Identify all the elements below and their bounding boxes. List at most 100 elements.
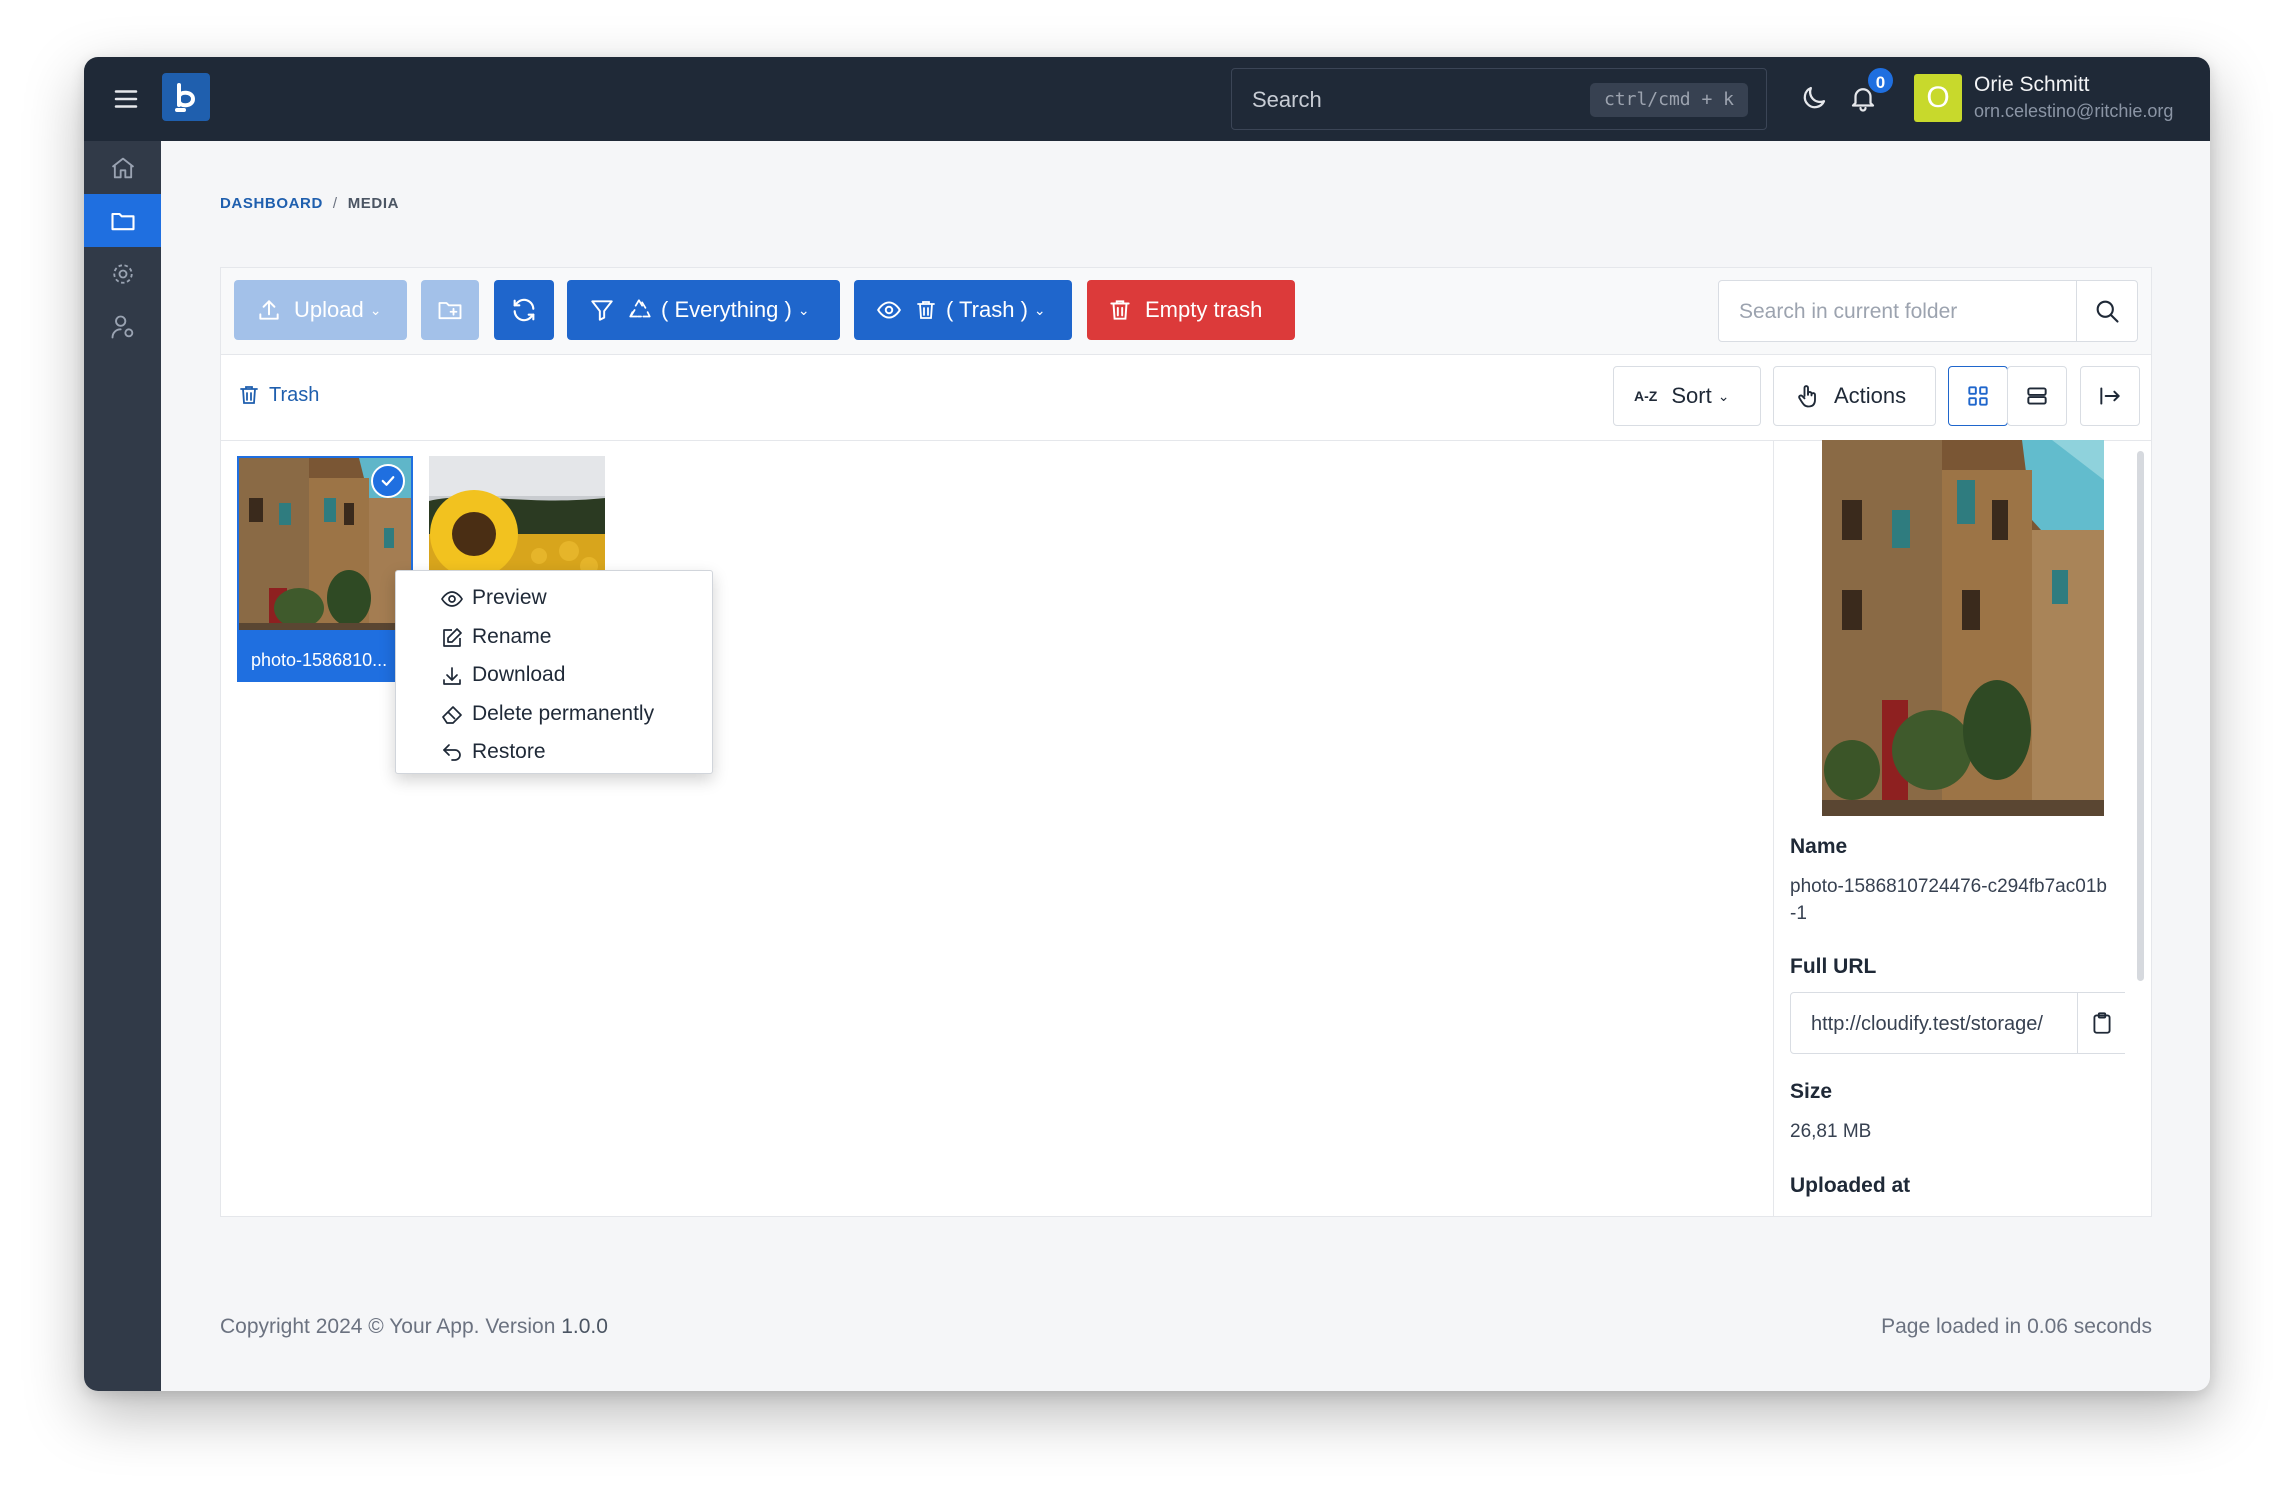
copy-url-button[interactable] <box>2077 993 2126 1053</box>
breadcrumb-separator: / <box>332 195 338 212</box>
file-item-selected[interactable]: photo-1586810... <box>237 456 413 682</box>
user-name[interactable]: Orie Schmitt <box>1974 73 2090 97</box>
search-icon <box>2093 297 2121 325</box>
empty-trash-label: Empty trash <box>1145 297 1263 322</box>
refresh-icon <box>510 296 538 324</box>
global-search[interactable]: ctrl/cmd + k <box>1231 68 1767 130</box>
search-shortcut-hint: ctrl/cmd + k <box>1589 83 1748 117</box>
app-window: ctrl/cmd + k 0 O Orie Schmitt orn.celest… <box>84 57 2210 1391</box>
user-email: orn.celestino@ritchie.org <box>1974 101 2174 121</box>
trash-folder-crumb[interactable]: Trash <box>237 383 319 407</box>
selected-check-icon[interactable] <box>371 464 405 498</box>
undo-icon <box>440 741 464 765</box>
context-menu-rename[interactable]: Rename <box>396 618 712 657</box>
eraser-icon <box>440 703 464 727</box>
home-icon <box>109 154 137 182</box>
notification-count-badge: 0 <box>1866 66 1895 95</box>
details-scrollbar[interactable] <box>2137 451 2144 981</box>
context-menu-preview-label: Preview <box>472 586 547 610</box>
user-avatar[interactable]: O <box>1914 74 1962 122</box>
list-view-button[interactable] <box>2007 366 2067 426</box>
folder-search-input[interactable] <box>1737 295 2071 329</box>
dark-mode-toggle-moon-icon[interactable] <box>1797 81 1831 115</box>
grid-view-icon <box>1965 383 1991 409</box>
context-menu-download[interactable]: Download <box>396 656 712 695</box>
folder-search-button[interactable] <box>2076 281 2137 341</box>
refresh-button[interactable] <box>494 280 554 340</box>
download-icon <box>440 664 464 688</box>
new-folder-button[interactable] <box>421 280 479 340</box>
folder-icon <box>109 207 137 235</box>
toggle-details-button[interactable] <box>2080 366 2140 426</box>
media-subbar: Trash A-Z Sort ⌄ Actions <box>221 354 2151 441</box>
footer-copyright-text: Copyright 2024 © Your App. Version <box>220 1315 562 1338</box>
footer-load-time: Page loaded in 0.06 seconds <box>1881 1315 2152 1338</box>
sidebar-item-users[interactable] <box>84 300 161 353</box>
context-menu-delete-label: Delete permanently <box>472 701 655 725</box>
list-view-icon <box>2024 383 2050 409</box>
user-settings-icon <box>109 313 137 341</box>
details-uploaded-label: Uploaded at <box>1790 1174 1911 1197</box>
pointer-hand-icon <box>1794 382 1822 410</box>
clipboard-icon <box>2089 1010 2115 1036</box>
file-context-menu: Preview Rename Download Delete permanent… <box>395 570 713 774</box>
file-grid: photo-1586810... Preview Rename Download… <box>221 440 1773 1216</box>
trash-crumb-label: Trash <box>269 383 320 406</box>
eye-icon <box>440 587 464 611</box>
sidebar <box>84 141 161 1391</box>
details-size-label: Size <box>1790 1080 1833 1103</box>
view-dropdown-button[interactable]: ( Trash ) ⌄ <box>854 280 1072 340</box>
trash-icon <box>914 298 938 322</box>
footer-copyright: Copyright 2024 © Your App. Version 1.0.0 <box>220 1315 608 1339</box>
actions-button[interactable]: Actions <box>1773 366 1936 426</box>
file-item[interactable] <box>429 456 605 576</box>
context-menu-restore-label: Restore <box>472 740 546 764</box>
context-menu-delete-permanently[interactable]: Delete permanently <box>396 695 712 734</box>
sort-button-label: Sort <box>1671 383 1712 408</box>
trash-icon <box>1107 297 1133 323</box>
file-name-label: photo-1586810... <box>251 650 388 670</box>
context-menu-preview[interactable]: Preview <box>396 579 712 618</box>
sidebar-item-home[interactable] <box>84 141 161 194</box>
media-toolbar: Upload ⌄ ( Everything ) ⌄ (Trash) ⌄ Em… <box>221 268 2151 355</box>
filter-button-label: ( Everything ) <box>661 297 792 322</box>
details-name-value: photo-1586810724476-c294fb7ac01b-1 <box>1790 876 2107 924</box>
breadcrumb: DASHBOARD / MEDIA <box>220 195 399 212</box>
actions-button-label: Actions <box>1834 383 1907 408</box>
global-search-input[interactable] <box>1250 83 1584 117</box>
breadcrumb-dashboard-link[interactable]: DASHBOARD <box>220 195 323 212</box>
context-menu-restore[interactable]: Restore <box>396 733 712 772</box>
sidebar-item-media[interactable] <box>84 194 161 247</box>
arrow-right-to-bar-icon <box>2097 383 2123 409</box>
top-navbar: ctrl/cmd + k 0 O Orie Schmitt orn.celest… <box>84 57 2210 141</box>
file-preview-image <box>1822 440 2104 816</box>
hamburger-menu-icon[interactable] <box>111 84 141 114</box>
file-details-panel: Name photo-1586810724476-c294fb7ac01b-1 … <box>1773 440 2152 1216</box>
details-name-label: Name <box>1790 835 1848 858</box>
chevron-down-icon: ⌄ <box>1717 387 1730 404</box>
upload-button[interactable]: Upload ⌄ <box>234 280 407 340</box>
grid-view-button[interactable] <box>1948 366 2008 426</box>
sort-button[interactable]: A-Z Sort ⌄ <box>1613 366 1761 426</box>
eye-icon <box>876 297 902 323</box>
context-menu-rename-label: Rename <box>472 624 552 648</box>
details-url-label: Full URL <box>1790 955 1877 978</box>
empty-trash-button[interactable]: Empty trash <box>1087 280 1295 340</box>
sidebar-item-settings[interactable] <box>84 247 161 300</box>
gear-icon <box>109 260 137 288</box>
media-manager-card: Upload ⌄ ( Everything ) ⌄ (Trash) ⌄ Em… <box>220 267 2152 1217</box>
footer-version: 1.0.0 <box>561 1315 608 1338</box>
details-url-field[interactable] <box>1790 992 2126 1054</box>
filter-dropdown-button[interactable]: ( Everything ) ⌄ <box>567 280 840 340</box>
upload-icon <box>256 297 282 323</box>
view-button-label: ( Trash ) <box>946 297 1028 322</box>
details-url-input[interactable] <box>1809 1007 2053 1041</box>
upload-button-label: Upload <box>294 297 364 322</box>
file-thumbnail-sunflower <box>429 456 605 576</box>
sort-az-icon: A-Z <box>1634 388 1658 404</box>
folder-search[interactable] <box>1718 280 2138 342</box>
app-logo[interactable] <box>162 73 210 121</box>
context-menu-download-label: Download <box>472 663 566 687</box>
recycle-icon <box>627 297 653 323</box>
chevron-down-icon: ⌄ <box>369 301 382 318</box>
